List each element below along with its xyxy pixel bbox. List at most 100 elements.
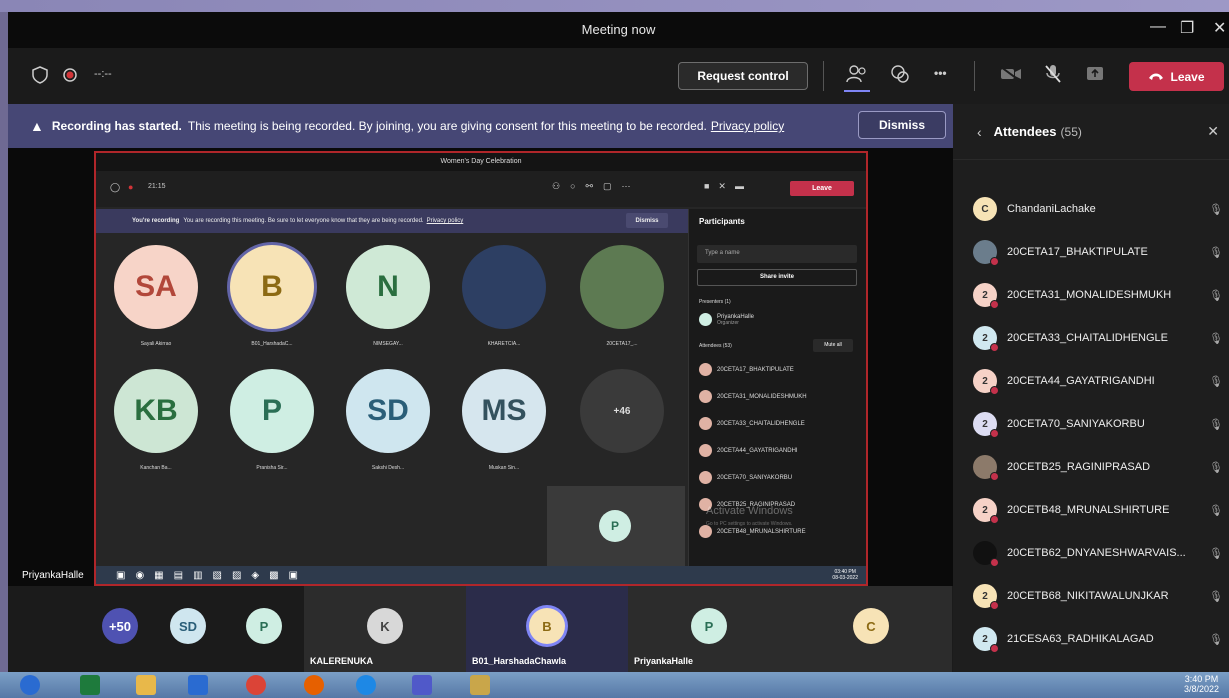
attendee-row[interactable]: 2 20CETB68_NIKITAWALUNJKAR 🎙	[973, 583, 1223, 610]
shared-timer: 21:15	[148, 183, 166, 190]
inner-attendee-name: 20CETB48_MRUNALSHIRTURE	[717, 528, 806, 535]
attendee-row[interactable]: 20CETB62_DNYANESHWARVAIS... 🎙	[973, 540, 1223, 567]
attendee-row[interactable]: 2 21CESA63_RADHIKALAGAD 🎙	[973, 626, 1223, 653]
inner-attendee-row: 20CETA44_GAYATRIGANDHI	[699, 444, 798, 457]
participants-icon[interactable]	[844, 64, 870, 92]
attendee-avatar	[973, 240, 999, 266]
attendees-title: Attendees	[993, 124, 1057, 139]
share-icon[interactable]	[1086, 66, 1104, 87]
inner-attendee-row: 20CETA70_SANIYAKORBU	[699, 471, 792, 484]
camera-off-icon[interactable]	[1000, 66, 1022, 87]
teams-icon[interactable]	[412, 675, 432, 695]
attendees-panel: ‹ Attendees (55) ✕ C ChandaniLachake 🎙 20CE…	[953, 104, 1229, 672]
participant-avatar[interactable]: SD	[170, 608, 206, 644]
maximize-icon[interactable]: ❐	[1180, 18, 1194, 38]
attendee-row[interactable]: 20CETB25_RAGINIPRASAD 🎙	[973, 454, 1223, 481]
mic-muted-icon: 🎙	[1209, 203, 1223, 216]
system-clock: 3:40 PM 3/8/2022	[1184, 674, 1219, 694]
leave-button[interactable]: Leave	[1129, 62, 1224, 91]
mic-muted-icon: 🎙	[1209, 461, 1223, 474]
recording-banner: ▲ Recording has started. This meeting is…	[8, 104, 953, 148]
inner-attendee-name: 20CETA70_SANIYAKORBU	[717, 474, 793, 481]
shared-banner-title: You're recording	[132, 218, 180, 224]
reactions-icon[interactable]	[890, 64, 910, 89]
status-dot	[990, 257, 999, 266]
attendee-name: 20CETB48_MRUNALSHIRTURE	[1007, 504, 1170, 516]
attendee-row[interactable]: 2 20CETB48_MRUNALSHIRTURE 🎙	[973, 497, 1223, 524]
attendee-name: 20CETA44_GAYATRIGANDHI	[1007, 375, 1155, 387]
phone-icon	[1148, 70, 1164, 84]
inner-attendee-row: 20CETA33_CHAITALIDHENGLE	[699, 417, 805, 430]
mic-muted-icon: 🎙	[1209, 375, 1223, 388]
shared-window-title: Women's Day Celebration	[96, 153, 866, 171]
shared-taskbar-icons: ▣◉▦▤▥▧▨◈▩▣	[116, 570, 309, 581]
close-icon[interactable]: ✕	[1207, 123, 1219, 140]
excel-icon[interactable]	[80, 675, 100, 695]
ie-icon[interactable]	[356, 675, 376, 695]
attendee-avatar: 2	[973, 498, 999, 524]
attendees-count: (55)	[1060, 124, 1082, 139]
privacy-policy-link[interactable]: Privacy policy	[711, 119, 784, 133]
shared-shield-icon: ◯	[110, 182, 121, 192]
attendee-row[interactable]: 2 20CETA31_MONALIDESHMUKH 🎙	[973, 282, 1223, 309]
inner-attendee-avatar	[699, 363, 712, 376]
participants-panel: Participants Type a name Share invite Pr…	[688, 209, 866, 584]
inner-attendee-row: 20CETA31_MONALIDESHMUKH	[699, 390, 807, 403]
attendee-initial: 2	[982, 289, 988, 301]
warning-icon: ▲	[30, 118, 44, 134]
mic-muted-icon: 🎙	[1209, 332, 1223, 345]
participant-avatar[interactable]: P	[246, 608, 282, 644]
video-tile-name: NIMSEGAY...	[373, 341, 403, 347]
shared-taskbar: ▣◉▦▤▥▧▨◈▩▣ 03:40 PM 08-03-2022	[96, 566, 866, 584]
attendee-name: 20CETB68_NIKITAWALUNJKAR	[1007, 590, 1169, 602]
participant-search: Type a name	[697, 245, 857, 263]
presenter-label: PriyankaHalle	[22, 570, 84, 581]
back-icon[interactable]: ‹	[977, 124, 982, 140]
participant-avatar[interactable]: B	[529, 608, 565, 644]
inner-attendee-name: 20CETA44_GAYATRIGANDHI	[717, 447, 798, 454]
media-icon[interactable]	[188, 675, 208, 695]
inner-attendee-avatar	[699, 417, 712, 430]
minimize-icon[interactable]: —	[1150, 18, 1166, 36]
video-tile-name: Sakshi Desh...	[371, 465, 405, 471]
attendee-avatar: 2	[973, 283, 999, 309]
shared-privacy-link: Privacy policy	[426, 218, 464, 224]
participant-avatar[interactable]: K	[367, 608, 403, 644]
presenter-avatar	[699, 313, 712, 326]
mic-muted-icon: 🎙	[1209, 633, 1223, 646]
shared-recording-banner: You're recording You are recording this …	[96, 209, 696, 233]
request-control-button[interactable]: Request control	[678, 62, 808, 90]
participant-avatar[interactable]: P	[691, 608, 727, 644]
shared-media-icons: ■✕▬	[704, 181, 753, 191]
firefox-icon[interactable]	[304, 675, 324, 695]
participant-avatar[interactable]: C	[853, 608, 889, 644]
status-dot	[990, 472, 999, 481]
video-tile: +46	[580, 369, 664, 453]
mic-off-icon[interactable]	[1044, 64, 1062, 89]
video-tile: KB	[114, 369, 198, 453]
dismiss-button[interactable]: Dismiss	[858, 111, 946, 139]
video-tile: MS	[462, 369, 546, 453]
mic-muted-icon: 🎙	[1209, 289, 1223, 302]
inner-attendee-name: 20CETA31_MONALIDESHMUKH	[717, 393, 807, 400]
chrome-icon[interactable]	[246, 675, 266, 695]
start-button-icon[interactable]	[20, 675, 40, 695]
attendee-avatar: 2	[973, 326, 999, 352]
video-tile	[462, 245, 546, 329]
attendee-row[interactable]: 2 20CETA70_SANIYAKORBU 🎙	[973, 411, 1223, 438]
participant-avatar[interactable]: +50	[102, 608, 138, 644]
attendee-initial: 2	[982, 418, 988, 430]
more-icon[interactable]: •••	[934, 66, 947, 80]
attendee-row[interactable]: 2 20CETA44_GAYATRIGANDHI 🎙	[973, 368, 1223, 395]
inner-attendee-avatar	[699, 444, 712, 457]
attendee-initial: C	[981, 203, 989, 215]
explorer-icon[interactable]	[136, 675, 156, 695]
attendee-row[interactable]: C ChandaniLachake 🎙	[973, 196, 1223, 222]
close-window-icon[interactable]: ✕	[1213, 18, 1226, 38]
attendee-row[interactable]: 2 20CETA33_CHAITALIDHENGLE 🎙	[973, 325, 1223, 352]
video-tile-name: Pranisha Sir...	[256, 465, 288, 471]
attendee-row[interactable]: 20CETA17_BHAKTIPULATE 🎙	[973, 239, 1223, 266]
video-tile: N	[346, 245, 430, 329]
video-tile-name: 20CETA17_...	[606, 341, 638, 347]
app-icon[interactable]	[470, 675, 490, 695]
